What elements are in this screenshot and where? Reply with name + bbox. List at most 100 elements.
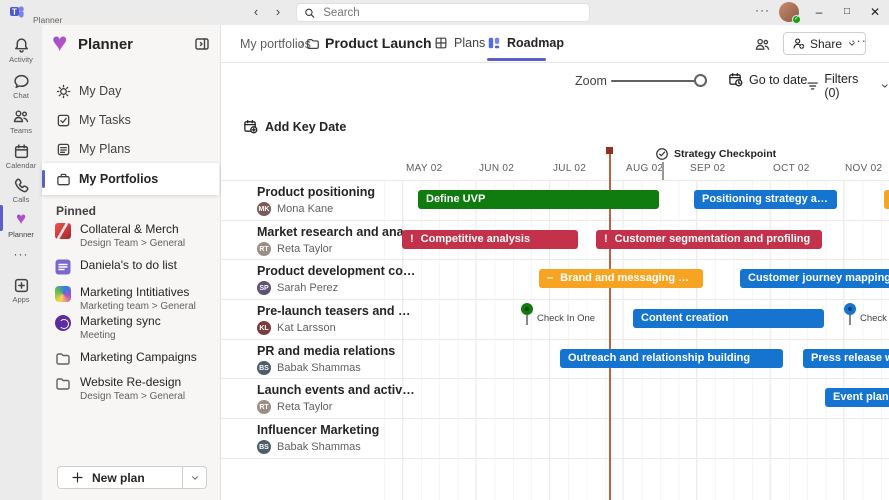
month-label: JUN 02 [479, 163, 514, 174]
sidebar-item-my-portfolios[interactable]: My Portfolios [42, 163, 219, 195]
row-label[interactable]: Market research and analysis RTReta Tayl… [257, 225, 417, 256]
tab-roadmap[interactable]: Roadmap [487, 36, 564, 50]
pinned-item-website-redesign[interactable]: Website Re-design Design Team > General [42, 375, 219, 402]
zoom-slider-track[interactable] [611, 80, 707, 82]
milestone-dot-icon [521, 303, 533, 315]
zoom-slider-handle[interactable] [694, 74, 707, 87]
avatar: MK [257, 202, 271, 216]
roadmap-bar[interactable]: Press release writing [803, 349, 889, 368]
rail-item-teams[interactable]: Teams [0, 108, 42, 135]
row-label[interactable]: Launch events and activations RTReta Tay… [257, 383, 417, 414]
todo-list-icon [55, 259, 71, 275]
zoom-label: Zoom [575, 74, 607, 88]
roadmap-bar[interactable]: !Customer segmentation and profiling [596, 230, 822, 249]
pinned-item-danielas-todo[interactable]: Daniela's to do list [42, 258, 219, 275]
roadmap-bar[interactable]: Define UVP [418, 190, 659, 209]
priority-important-icon: ! [604, 233, 608, 245]
row-label[interactable]: Pre-launch teasers and cam... KLKat Lars… [257, 304, 417, 335]
priority-important-icon: ! [410, 233, 414, 245]
tab-plans[interactable]: Plans [434, 36, 485, 50]
plan-thumbnail-icon [55, 223, 71, 239]
roadmap-bar[interactable]: Outreach and relationship building [560, 349, 783, 368]
sidebar-item-my-tasks[interactable]: My Tasks [42, 107, 219, 133]
roadmap-bar[interactable]: –Brand and messaging alignment [539, 269, 703, 288]
header-more-icon[interactable]: ··· [851, 33, 867, 48]
row-label[interactable]: PR and media relations BSBabak Shammas [257, 344, 417, 375]
rail-more-icon[interactable]: ··· [0, 247, 42, 261]
plan-folder-icon [306, 37, 320, 56]
roadmap-grid: Product positioning MKMona Kane Define U… [221, 180, 889, 500]
key-date-label[interactable]: Strategy Checkpoint [674, 148, 776, 160]
svg-text:T: T [12, 8, 17, 17]
plus-icon [71, 471, 84, 484]
pinned-item-marketing-sync[interactable]: Marketing sync Meeting [42, 314, 219, 341]
close-button[interactable]: ✕ [864, 2, 886, 22]
pinned-item-collateral-merch[interactable]: Collateral & Merch Design Team > General [42, 222, 219, 249]
new-plan-dropdown[interactable] [182, 467, 206, 488]
add-key-date-button[interactable]: Add Key Date [243, 119, 346, 134]
roadmap-bar[interactable]: Customer journey mapping [740, 269, 889, 288]
person-add-icon [792, 37, 805, 50]
titlebar-more-icon[interactable]: ··· [755, 3, 770, 17]
rail-item-calendar[interactable]: Calendar [0, 143, 42, 170]
chat-icon [13, 73, 30, 90]
collapse-panel-icon[interactable] [194, 36, 210, 57]
search-box[interactable] [296, 3, 590, 22]
page-title: Product Launch [325, 35, 432, 51]
folder-icon [55, 351, 71, 367]
active-tab-indicator [487, 58, 546, 61]
roadmap-bar[interactable]: Event planning [825, 388, 889, 407]
go-to-date-button[interactable]: Go to date [728, 72, 807, 87]
selected-indicator [42, 170, 45, 188]
sun-icon [56, 84, 71, 99]
portfolios-icon [56, 172, 71, 187]
month-label: MAY 02 [406, 163, 442, 174]
maximize-button[interactable]: □ [836, 2, 858, 22]
rail-item-calls[interactable]: Calls [0, 177, 42, 204]
forward-icon[interactable]: › [270, 4, 286, 20]
pinned-item-marketing-initiatives[interactable]: Marketing Intitiatives Marketing team > … [42, 285, 219, 312]
row-label[interactable]: Product positioning MKMona Kane [257, 185, 417, 216]
back-icon[interactable]: ‹ [248, 4, 264, 20]
presence-available-icon: ✓ [792, 15, 801, 24]
window-titlebar: T Planner ‹ › ··· ✓ – □ ✕ [0, 0, 889, 25]
plans-list-icon [56, 142, 71, 157]
calendar-add-icon [243, 119, 258, 134]
chevron-down-icon [190, 473, 200, 483]
new-plan-button[interactable]: New plan [57, 466, 207, 489]
minimize-button[interactable]: – [808, 2, 830, 22]
row-label[interactable]: Product development collab SPSarah Perez [257, 264, 417, 295]
apps-plus-icon [13, 277, 30, 294]
roadmap-bar[interactable]: !Competitive analysis [402, 230, 578, 249]
filters-button[interactable]: Filters (0) [806, 72, 889, 100]
roadmap-icon [487, 36, 501, 50]
avatar: KL [257, 321, 271, 335]
user-avatar[interactable]: ✓ [779, 2, 799, 22]
sidebar-item-my-plans[interactable]: My Plans [42, 136, 219, 162]
premium-plan-icon [55, 286, 71, 302]
app-rail: Activity Chat Teams Calendar Calls ♥ Pla… [0, 25, 42, 500]
month-label: OCT 02 [773, 163, 810, 174]
members-icon[interactable] [754, 36, 771, 58]
tasks-check-icon [56, 113, 71, 128]
avatar: SP [257, 281, 271, 295]
month-label: SEP 02 [690, 163, 726, 174]
row-label[interactable]: Influencer Marketing BSBabak Shammas [257, 423, 417, 454]
rail-item-activity[interactable]: Activity [0, 37, 42, 64]
rail-item-apps[interactable]: Apps [0, 277, 42, 304]
pinned-item-marketing-campaigns[interactable]: Marketing Campaigns [42, 350, 219, 367]
teams-logo-icon: T [9, 4, 25, 20]
checkpoint-line [662, 162, 664, 180]
avatar: BS [257, 440, 271, 454]
search-input[interactable] [321, 6, 582, 20]
roadmap-bar[interactable]: Positioning strategy and mess... [694, 190, 837, 209]
roadmap-bar[interactable]: Content creation [633, 309, 824, 328]
avatar: RT [257, 242, 271, 256]
rail-item-planner[interactable]: ♥ Planner [0, 210, 42, 239]
sidebar-item-my-day[interactable]: My Day [42, 78, 219, 104]
roadmap-bar[interactable] [884, 190, 889, 209]
rail-item-chat[interactable]: Chat [0, 73, 42, 100]
planner-app-icon: ♥ [16, 210, 26, 227]
month-label: JUL 02 [553, 163, 586, 174]
avatar: RT [257, 400, 271, 414]
